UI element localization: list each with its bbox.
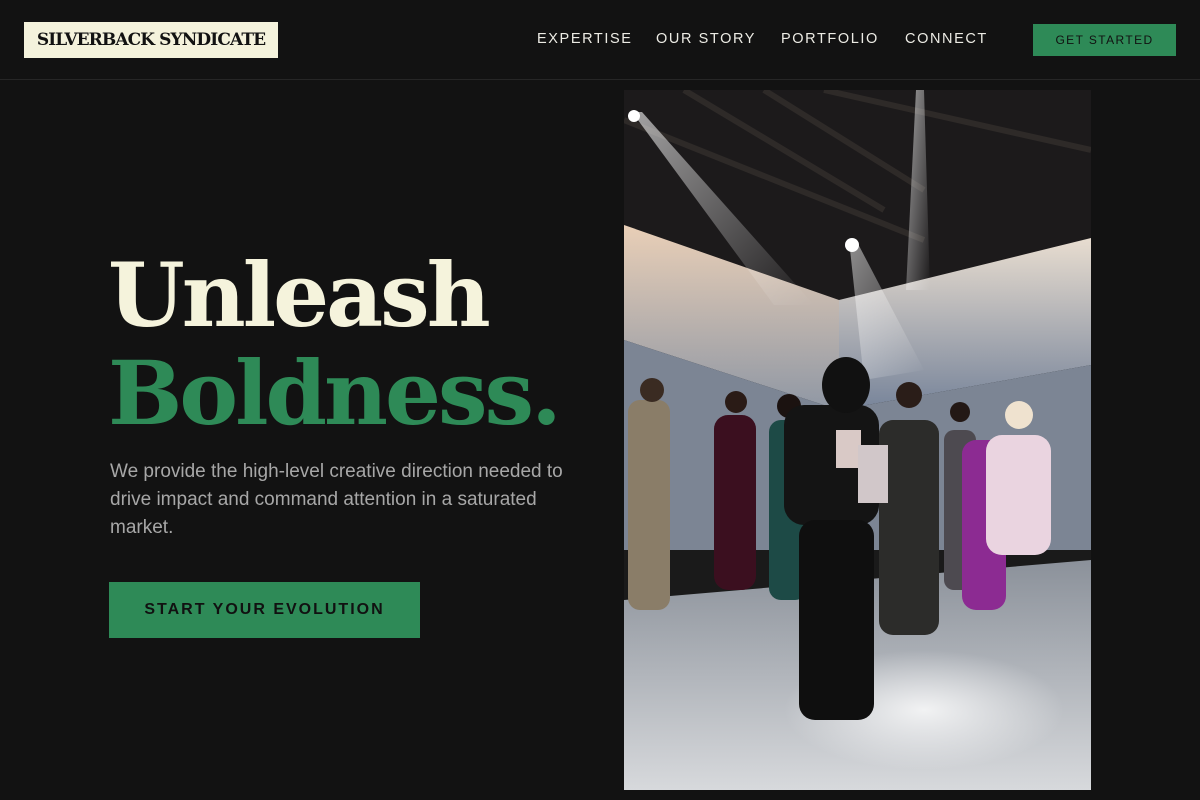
hero-title-line1: Unleash (108, 243, 491, 347)
site-header: SILVERBACK SYNDICATE EXPERTISE OUR STORY… (0, 0, 1200, 80)
get-started-button[interactable]: GET STARTED (1033, 24, 1176, 56)
hero-photo (624, 90, 1091, 790)
brand-logo[interactable]: SILVERBACK SYNDICATE (24, 22, 278, 58)
hero-title: Unleash Boldness. (108, 243, 562, 445)
hero-title-line2: Boldness. (108, 341, 562, 445)
nav-link-portfolio[interactable]: PORTFOLIO (781, 29, 879, 49)
nav-link-expertise[interactable]: EXPERTISE (537, 29, 633, 49)
nav-link-connect[interactable]: CONNECT (905, 29, 988, 49)
hero-subtitle: We provide the high-level creative direc… (110, 461, 563, 538)
start-evolution-button[interactable]: START YOUR EVOLUTION (109, 582, 420, 638)
nav-link-our-story[interactable]: OUR STORY (656, 29, 756, 49)
